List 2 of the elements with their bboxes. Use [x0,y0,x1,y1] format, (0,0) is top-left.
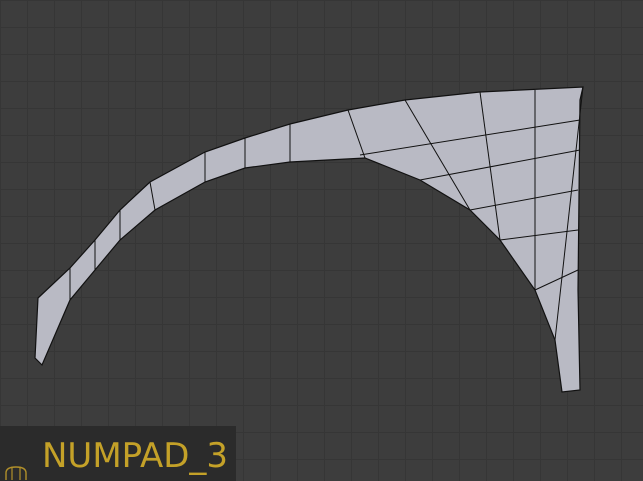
key-indicator-text: NUMPAD_3 [42,439,228,473]
mouse-icon [4,465,28,481]
